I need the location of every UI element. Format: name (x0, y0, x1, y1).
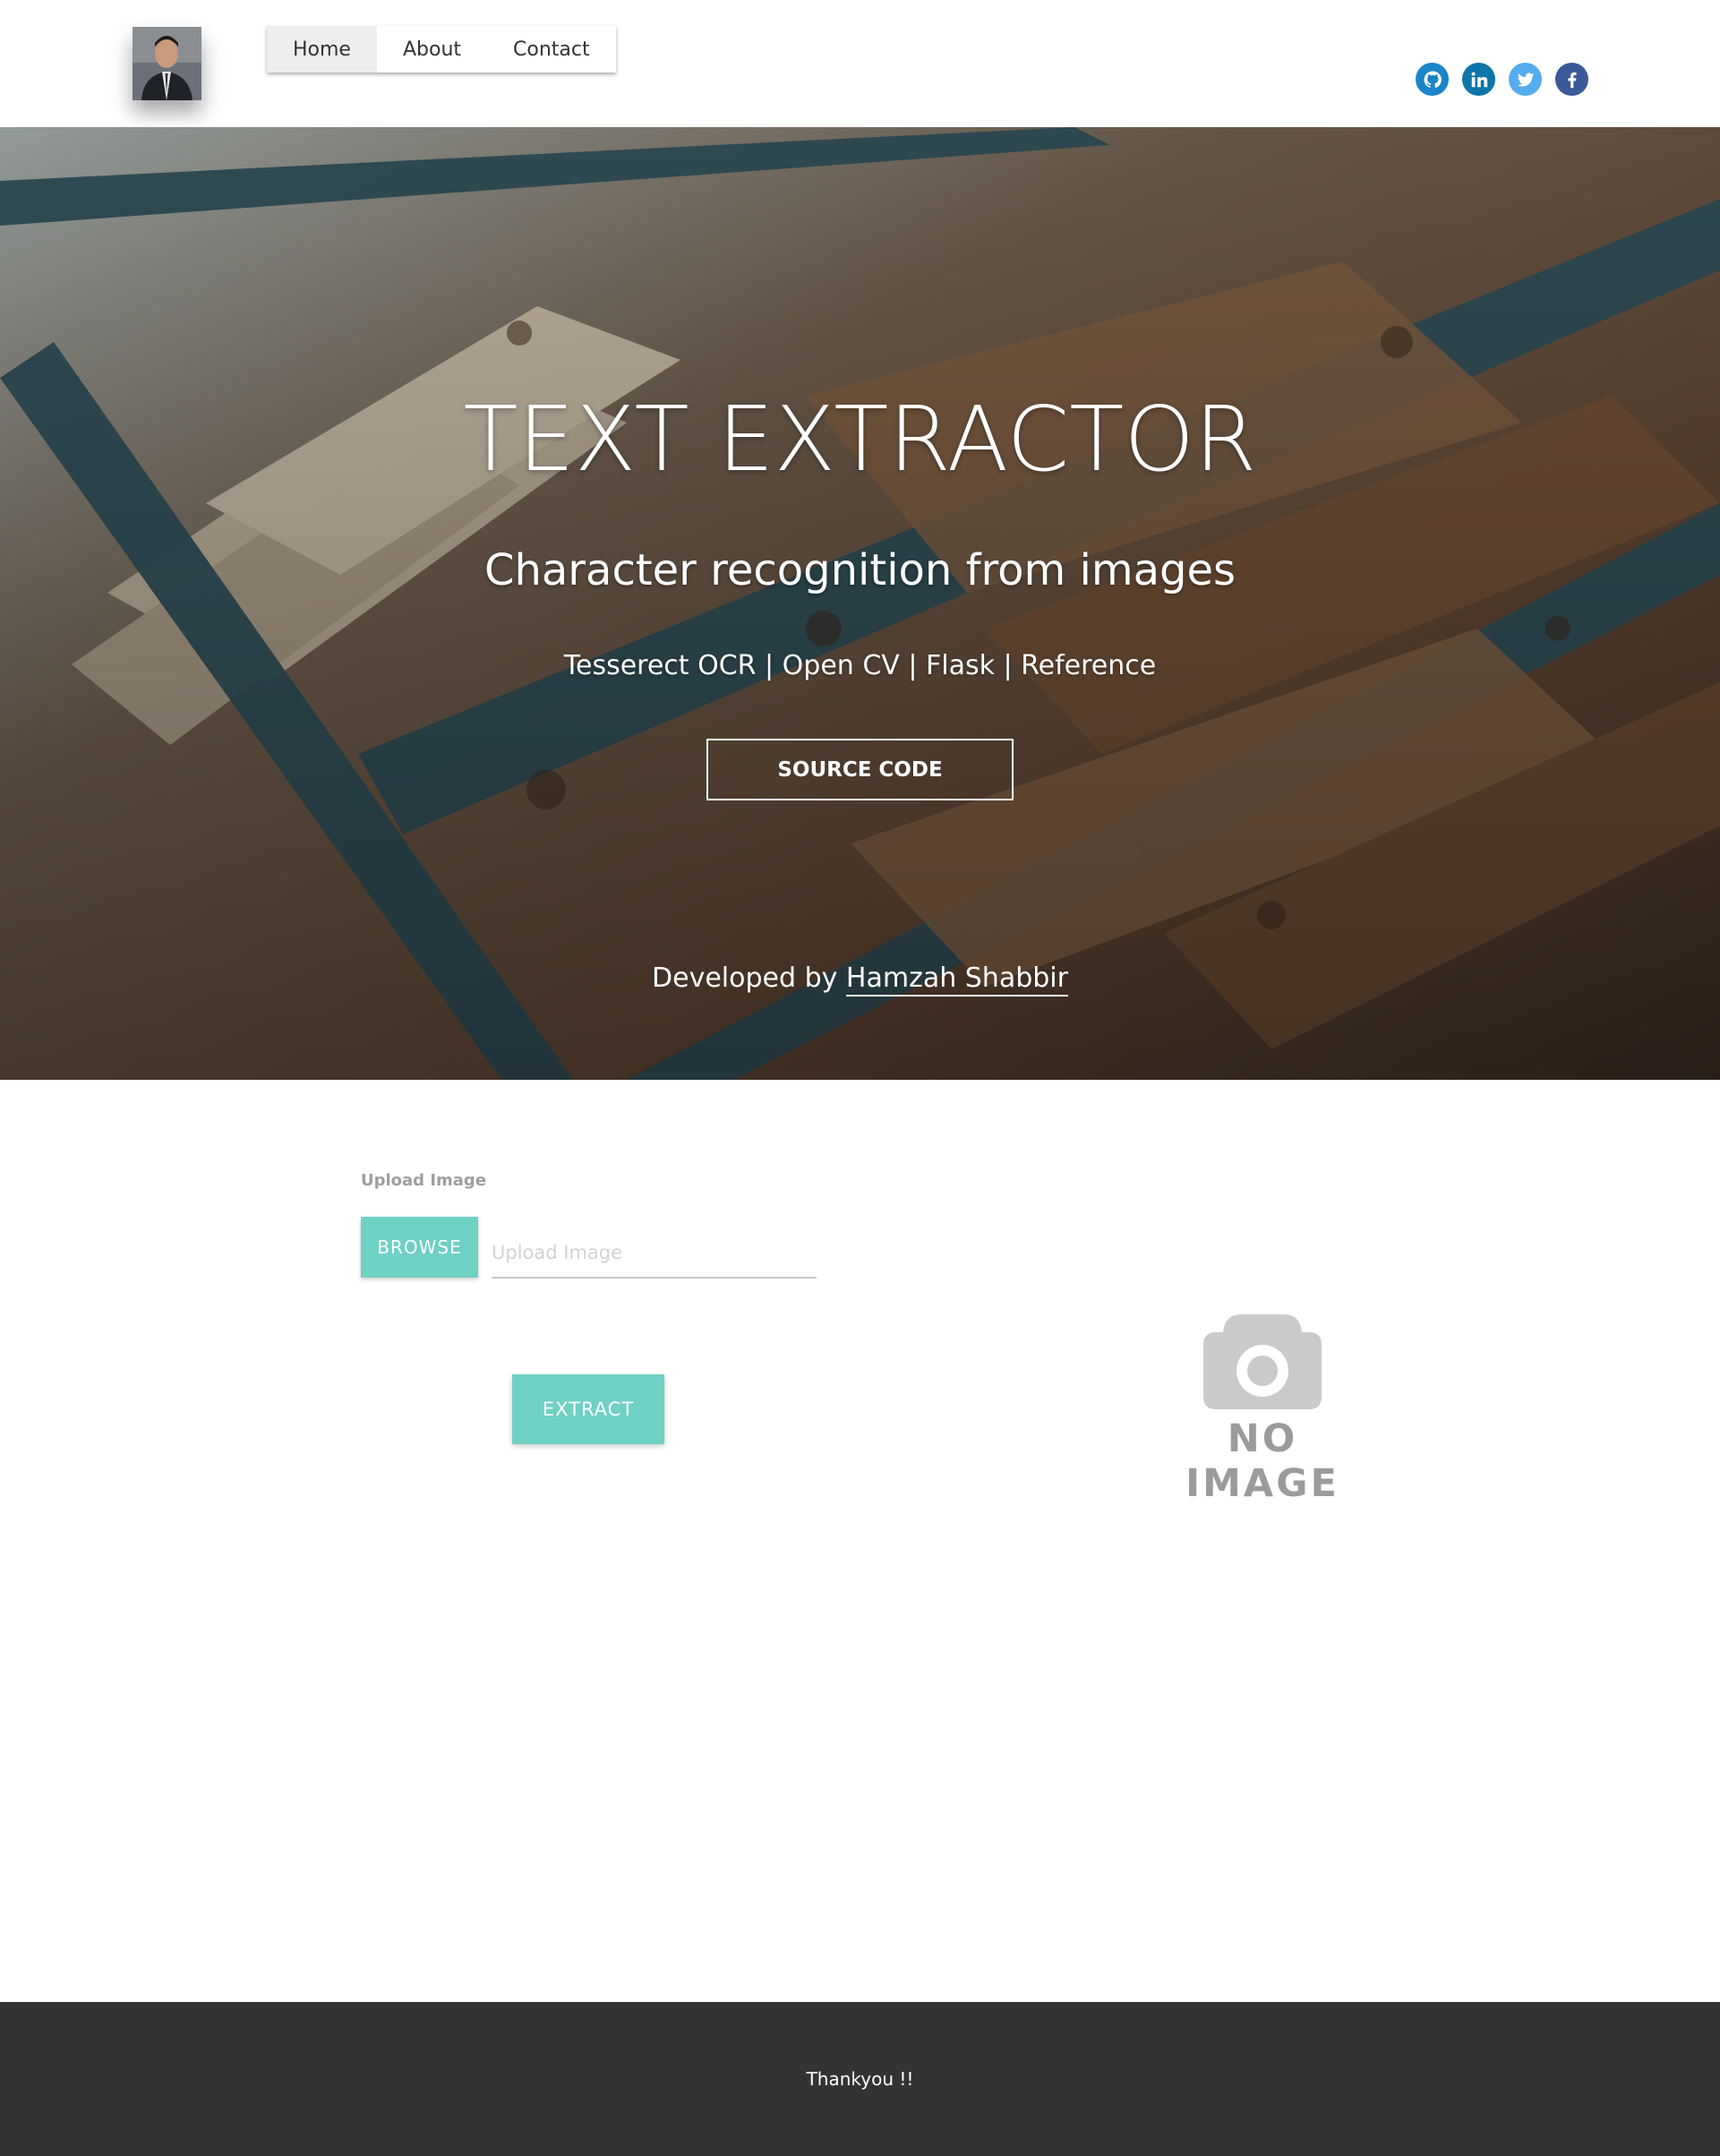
main-nav: Home About Contact (267, 26, 616, 73)
developer-credit-label: Developed by (652, 962, 838, 994)
hero-title: TEXT EXTRACTOR (463, 387, 1257, 492)
social-links (1416, 63, 1588, 96)
site-footer: Thankyou !! (0, 2002, 1720, 2156)
facebook-icon[interactable] (1555, 63, 1588, 96)
upload-file-input[interactable] (492, 1228, 817, 1279)
no-image-placeholder: NO IMAGE (1185, 1416, 1339, 1506)
hero-background-image (0, 127, 1720, 1080)
site-header: Home About Contact (0, 0, 1720, 127)
hero-tech-stack: Tesserect OCR | Open CV | Flask | Refere… (563, 650, 1157, 681)
source-code-button[interactable]: SOURCE CODE (706, 739, 1014, 800)
extract-button[interactable]: EXTRACT (512, 1374, 664, 1444)
hero-section: TEXT EXTRACTOR Character recognition fro… (0, 127, 1720, 1080)
linkedin-icon[interactable] (1462, 63, 1495, 96)
twitter-icon[interactable] (1509, 63, 1542, 96)
hero-subtitle: Character recognition from images (483, 545, 1237, 595)
github-icon[interactable] (1416, 63, 1449, 96)
nav-item-about[interactable]: About (377, 26, 487, 73)
developer-credit: Developed by Hamzah Shabbir (0, 962, 1720, 997)
avatar-photo (133, 27, 201, 100)
footer-text: Thankyou !! (806, 2068, 914, 2090)
developer-name-link[interactable]: Hamzah Shabbir (845, 962, 1068, 997)
upload-label: Upload Image (361, 1171, 487, 1190)
avatar[interactable] (133, 27, 201, 100)
nav-item-contact[interactable]: Contact (487, 26, 616, 73)
browse-button[interactable]: BROWSE (361, 1217, 478, 1278)
nav-item-home[interactable]: Home (267, 26, 377, 73)
